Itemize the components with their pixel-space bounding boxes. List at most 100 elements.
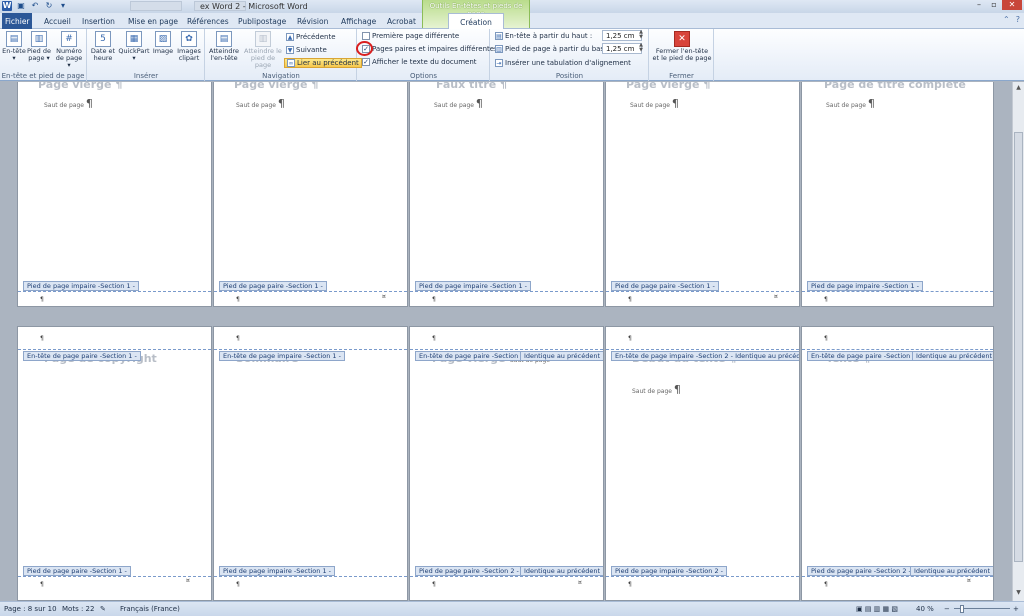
header-top-spinner[interactable]: ▲ ▼ (637, 30, 645, 41)
page-top-4[interactable]: Page vierge ¶ Saut de page ¶ Pied de pag… (605, 82, 800, 307)
scroll-up-icon[interactable]: ▲ (1013, 84, 1024, 94)
paragraph-mark: ¶ (628, 296, 632, 303)
first-page-different-checkbox[interactable]: Première page différente (362, 31, 459, 41)
scroll-down-icon[interactable]: ▼ (1013, 589, 1024, 599)
header-top-label: ▤ En-tête à partir du haut : (495, 32, 593, 40)
footer-button[interactable]: ▥ Pied de page ▾ (27, 31, 51, 62)
help-icon[interactable]: ? (1016, 15, 1020, 24)
page-top-2[interactable]: Page vierge ¶ Saut de page ¶ Pied de pag… (213, 82, 408, 307)
page-count[interactable]: Page : 8 sur 10 (4, 605, 57, 613)
page-bottom-2[interactable]: ¶ Sommaire En-tête de page impaire -Sect… (213, 326, 408, 601)
footer-boundary (410, 576, 603, 577)
header-top-input[interactable]: 1,25 cm (602, 30, 642, 41)
group-inserer: 5 Date et heure ▦ QuickPart ▾ ▨ Image ✿ Im… (88, 29, 205, 81)
minimize-icon[interactable]: – (972, 0, 986, 10)
header-boundary (802, 349, 993, 350)
tab-revision[interactable]: Révision (293, 16, 332, 27)
next-button[interactable]: ▼ Suivante (286, 45, 327, 55)
window-title: ex Word 2 - Microsoft Word (200, 2, 308, 11)
goto-header-icon: ▤ (216, 31, 232, 47)
vertical-scrollbar[interactable]: ▲ ▼ (1012, 82, 1024, 601)
tab-creation[interactable]: Création (448, 13, 504, 29)
date-time-button[interactable]: 5 Date et heure (90, 31, 116, 62)
header-boundary (18, 349, 211, 350)
zoom-in-icon[interactable]: + (1013, 605, 1019, 613)
proofing-icon[interactable]: ✎ (100, 605, 106, 613)
footer-boundary (802, 576, 993, 577)
zoom-slider-thumb[interactable] (960, 605, 964, 613)
previous-button[interactable]: ▲ Précédente (286, 32, 336, 42)
close-header-footer-button[interactable]: ✕ Fermer l'en-tête et le pied de page (652, 31, 712, 62)
header-tag: En-tête de page paire -Section 2 - (415, 351, 533, 361)
page-bottom-1[interactable]: ¶ Page de copyright En-tête de page pair… (17, 326, 212, 601)
page-top-3[interactable]: Faux titre ¶ Saut de page ¶ Pied de page… (409, 82, 604, 307)
page-bottom-4[interactable]: ¶ Début du texte ¶ En-tête de page impai… (605, 326, 800, 601)
page-number-button[interactable]: # Numéro de page ▾ (54, 31, 84, 69)
page-break-marker: Saut de page ¶ (44, 97, 93, 110)
header-tag: En-tête de page paire -Section 1 - (23, 351, 141, 361)
header-button[interactable]: ▤ En-tête ▾ (2, 31, 26, 62)
tab-acrobat[interactable]: Acrobat (383, 16, 420, 27)
paragraph-mark: ¶ (432, 335, 436, 342)
language[interactable]: Français (France) (120, 605, 180, 613)
paragraph-mark: ¶ (40, 296, 44, 303)
scroll-thumb[interactable] (1014, 132, 1023, 562)
link-to-previous-button[interactable]: ∞ Lier au précédent (284, 58, 362, 68)
page-bottom-5[interactable]: ¶ Texte ¶ En-tête de page paire -Section… (801, 326, 994, 601)
tab-publipostage[interactable]: Publipostage (234, 16, 290, 27)
page-bottom-3[interactable]: ¶ Page vierge Saut de page En-tête de pa… (409, 326, 604, 601)
same-as-previous-tag: Identique au précédent (520, 566, 603, 576)
checkbox-unchecked-icon (362, 32, 370, 40)
tab-fichier[interactable]: Fichier (2, 13, 32, 29)
group-position: ▤ En-tête à partir du haut : 1,25 cm ▲ ▼ … (491, 29, 649, 81)
minimize-ribbon-icon[interactable]: ⌃ (1003, 15, 1010, 24)
zoom-out-icon[interactable]: − (944, 605, 950, 613)
word-logo-icon[interactable]: W (2, 1, 12, 11)
tab-mark: ¤ (967, 577, 971, 584)
page-top-5[interactable]: Page de titre complète Saut de page ¶ Pi… (801, 82, 994, 307)
goto-header-button[interactable]: ▤ Atteindre l'en-tête (208, 31, 240, 62)
clipart-button[interactable]: ✿ Images clipart (176, 31, 202, 62)
goto-footer-button[interactable]: ▥ Atteindre le pied de page (242, 31, 284, 69)
close-icon[interactable]: ✕ (1002, 0, 1022, 10)
zoom-level[interactable]: 40 % (916, 605, 934, 613)
footer-bottom-input[interactable]: 1,25 cm (602, 43, 642, 54)
header-tag: En-tête de page impaire -Section 2 - Ide… (611, 351, 799, 361)
group-options: Première page différente ✓ Pages paires … (358, 29, 498, 81)
undo-icon[interactable]: ↶ (30, 1, 40, 11)
image-button[interactable]: ▨ Image (151, 31, 175, 55)
odd-even-different-checkbox[interactable]: ✓ Pages paires et impaires différentes (362, 44, 498, 54)
page-break-marker: Saut de page ¶ (434, 97, 483, 110)
page-title: Page vierge ¶ (234, 82, 319, 91)
tab-insertion[interactable]: Insertion (78, 16, 119, 27)
quickpart-button[interactable]: ▦ QuickPart ▾ (118, 31, 150, 62)
footer-boundary (214, 291, 407, 292)
customize-qat-icon[interactable]: ▾ (58, 1, 68, 11)
tab-affichage[interactable]: Affichage (337, 16, 380, 27)
footer-bottom-spinner[interactable]: ▲ ▼ (637, 43, 645, 54)
show-document-text-checkbox[interactable]: ✓ Afficher le texte du document (362, 57, 477, 67)
image-icon: ▨ (155, 31, 171, 47)
maximize-icon[interactable]: ▫ (987, 0, 1001, 10)
view-buttons[interactable]: ▣ ▤ ▥ ▦ ▧ (856, 605, 898, 613)
tab-mark: ¤ (578, 579, 582, 586)
footer-position-icon: ▥ (495, 45, 503, 53)
save-icon[interactable]: ▣ (16, 1, 26, 11)
tab-accueil[interactable]: Accueil (40, 16, 75, 27)
tab-references[interactable]: Références (183, 16, 233, 27)
paragraph-mark: ¶ (824, 296, 828, 303)
footer-tag: Pied de page paire -Section 1 - (219, 281, 327, 291)
calendar-icon: 5 (95, 31, 111, 47)
checkbox-checked-icon: ✓ (362, 58, 370, 66)
insert-alignment-tab-button[interactable]: ⇥ Insérer une tabulation d'alignement (495, 58, 631, 68)
same-as-previous-tag: Identique au précédent (910, 566, 993, 576)
footer-tag: Pied de page paire -Section 1 - (611, 281, 719, 291)
group-label: Position (555, 72, 584, 80)
paragraph-mark: ¶ (40, 581, 44, 588)
header-tag: En-tête de page paire -Section 2 - (807, 351, 925, 361)
word-count[interactable]: Mots : 22 (62, 605, 94, 613)
tab-mise-en-page[interactable]: Mise en page (124, 16, 182, 27)
redo-icon[interactable]: ↻ (44, 1, 54, 11)
page-top-1[interactable]: Page vierge ¶ Saut de page ¶ Pied de pag… (17, 82, 212, 307)
paragraph-mark: ¶ (40, 335, 44, 342)
